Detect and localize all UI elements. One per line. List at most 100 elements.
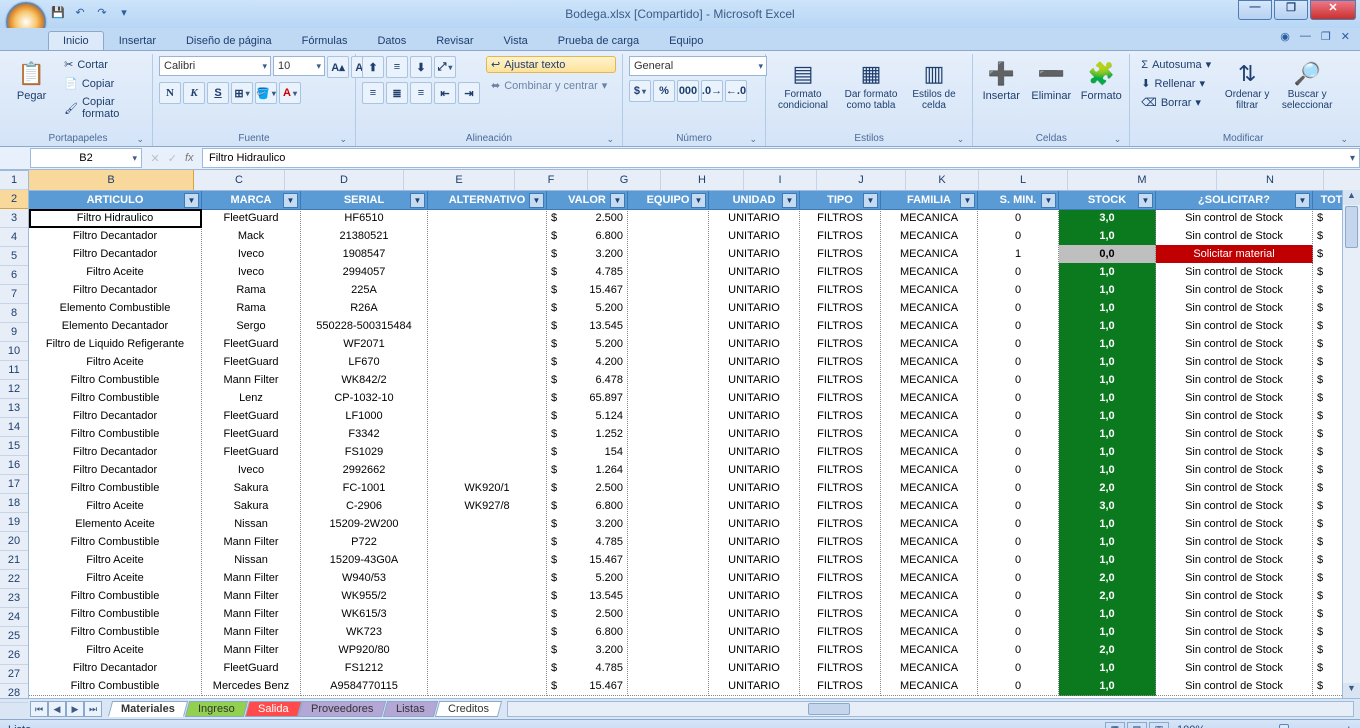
cell-alternativo[interactable] xyxy=(428,227,547,246)
table-header-equipo[interactable]: EQUIPO▼ xyxy=(628,191,709,210)
cell-valor[interactable]: $15.467 xyxy=(547,281,628,300)
cell-equipo[interactable] xyxy=(628,659,709,678)
autosum-button[interactable]: ΣAutosuma ▾ xyxy=(1136,56,1216,73)
cell-valor[interactable]: $5.124 xyxy=(547,407,628,426)
cell-familia[interactable]: MECANICA xyxy=(881,389,978,408)
cell-equipo[interactable] xyxy=(628,569,709,588)
table-header-unidad[interactable]: UNIDAD▼ xyxy=(709,191,800,210)
cell-alternativo[interactable] xyxy=(428,353,547,372)
maximize-button[interactable]: ❐ xyxy=(1274,0,1308,20)
cell-unidad[interactable]: UNITARIO xyxy=(709,479,800,498)
cell-equipo[interactable] xyxy=(628,551,709,570)
cell-stock[interactable]: 1,0 xyxy=(1059,353,1156,372)
cell-alternativo[interactable] xyxy=(428,461,547,480)
cell-smin[interactable]: 0 xyxy=(978,317,1059,336)
cell-serial[interactable]: HF6510 xyxy=(301,209,428,228)
cell-articulo[interactable]: Filtro Combustible xyxy=(29,587,202,606)
format-painter-button[interactable]: 🖌Copiar formato xyxy=(59,94,146,122)
cell-serial[interactable]: WK615/3 xyxy=(301,605,428,624)
cell-unidad[interactable]: UNITARIO xyxy=(709,227,800,246)
row-header-14[interactable]: 14 xyxy=(0,418,28,437)
row-header-22[interactable]: 22 xyxy=(0,570,28,589)
filter-button[interactable]: ▼ xyxy=(283,193,298,208)
cell-unidad[interactable]: UNITARIO xyxy=(709,245,800,264)
cell-alternativo[interactable] xyxy=(428,659,547,678)
cell-equipo[interactable] xyxy=(628,677,709,696)
orientation-button[interactable]: ⤢ xyxy=(434,56,456,78)
sort-filter-button[interactable]: ⇅Ordenar y filtrar xyxy=(1222,56,1272,111)
cell-articulo[interactable]: Filtro Combustible xyxy=(29,677,202,696)
prev-sheet-button[interactable]: ◀ xyxy=(48,701,66,717)
cell-serial[interactable]: FC-1001 xyxy=(301,479,428,498)
sheet-tab-creditos[interactable]: Creditos xyxy=(435,701,502,717)
cell-tipo[interactable]: FILTROS xyxy=(800,497,881,516)
border-button[interactable]: ⊞ xyxy=(231,82,253,104)
cell-familia[interactable]: MECANICA xyxy=(881,605,978,624)
cell-valor[interactable]: $5.200 xyxy=(547,335,628,354)
cell-equipo[interactable] xyxy=(628,299,709,318)
cell-alternativo[interactable] xyxy=(428,245,547,264)
cell-equipo[interactable] xyxy=(628,587,709,606)
cell-alternativo[interactable] xyxy=(428,587,547,606)
ribbon-tab-equipo[interactable]: Equipo xyxy=(654,31,718,50)
undo-icon[interactable]: ↶ xyxy=(72,4,88,20)
table-header-serial[interactable]: SERIAL▼ xyxy=(301,191,428,210)
column-header-L[interactable]: L xyxy=(979,170,1068,190)
cell-alternativo[interactable] xyxy=(428,407,547,426)
cell-alternativo[interactable] xyxy=(428,371,547,390)
cell-serial[interactable]: 550228-500315484 xyxy=(301,317,428,336)
row-header-2[interactable]: 2 xyxy=(0,190,28,209)
cell-familia[interactable]: MECANICA xyxy=(881,317,978,336)
cell-stock[interactable]: 3,0 xyxy=(1059,497,1156,516)
cell-familia[interactable]: MECANICA xyxy=(881,263,978,282)
cell-solicitar[interactable]: Sin control de Stock xyxy=(1156,209,1313,228)
row-header-18[interactable]: 18 xyxy=(0,494,28,513)
cell-serial[interactable]: C-2906 xyxy=(301,497,428,516)
cell-alternativo[interactable] xyxy=(428,533,547,552)
cell-smin[interactable]: 0 xyxy=(978,407,1059,426)
cell-articulo[interactable]: Filtro Decantador xyxy=(29,227,202,246)
cell-solicitar[interactable]: Sin control de Stock xyxy=(1156,425,1313,444)
cell-solicitar[interactable]: Sin control de Stock xyxy=(1156,227,1313,246)
cell-articulo[interactable]: Filtro Combustible xyxy=(29,605,202,624)
scroll-thumb[interactable] xyxy=(1345,206,1358,248)
cell-unidad[interactable]: UNITARIO xyxy=(709,263,800,282)
cell-stock[interactable]: 1,0 xyxy=(1059,407,1156,426)
cell-marca[interactable]: Mann Filter xyxy=(202,569,301,588)
cell-familia[interactable]: MECANICA xyxy=(881,533,978,552)
cell-marca[interactable]: FleetGuard xyxy=(202,353,301,372)
cell-equipo[interactable] xyxy=(628,479,709,498)
cell-smin[interactable]: 0 xyxy=(978,353,1059,372)
cell-smin[interactable]: 0 xyxy=(978,677,1059,696)
row-header-7[interactable]: 7 xyxy=(0,285,28,304)
cell-valor[interactable]: $15.467 xyxy=(547,677,628,696)
cell-marca[interactable]: Mann Filter xyxy=(202,641,301,660)
cell-solicitar[interactable]: Sin control de Stock xyxy=(1156,605,1313,624)
cell-alternativo[interactable]: WK927/8 xyxy=(428,497,547,516)
cell-unidad[interactable]: UNITARIO xyxy=(709,569,800,588)
align-right-button[interactable]: ≡ xyxy=(410,82,432,104)
ribbon-tab-diseño-de-página[interactable]: Diseño de página xyxy=(171,31,287,50)
fill-color-button[interactable]: 🪣 xyxy=(255,82,277,104)
horizontal-scrollbar[interactable] xyxy=(507,701,1354,717)
cell-valor[interactable]: $5.200 xyxy=(547,569,628,588)
cell-tipo[interactable]: FILTROS xyxy=(800,551,881,570)
cell-familia[interactable]: MECANICA xyxy=(881,245,978,264)
cell-marca[interactable]: Sakura xyxy=(202,497,301,516)
cell-solicitar[interactable]: Sin control de Stock xyxy=(1156,641,1313,660)
cell-equipo[interactable] xyxy=(628,389,709,408)
cell-marca[interactable]: Mann Filter xyxy=(202,587,301,606)
cell-marca[interactable]: FleetGuard xyxy=(202,407,301,426)
format-table-button[interactable]: ▦Dar formato como tabla xyxy=(840,56,902,111)
sheet-tab-ingreso[interactable]: Ingreso xyxy=(185,701,248,717)
cell-stock[interactable]: 1,0 xyxy=(1059,389,1156,408)
cell-solicitar[interactable]: Sin control de Stock xyxy=(1156,659,1313,678)
cell-stock[interactable]: 1,0 xyxy=(1059,371,1156,390)
cell-unidad[interactable]: UNITARIO xyxy=(709,209,800,228)
cell-articulo[interactable]: Filtro Hidraulico xyxy=(29,209,202,228)
cell-articulo[interactable]: Filtro Aceite xyxy=(29,353,202,372)
cell-tipo[interactable]: FILTROS xyxy=(800,515,881,534)
cell-alternativo[interactable] xyxy=(428,299,547,318)
align-center-button[interactable]: ≣ xyxy=(386,82,408,104)
cell-familia[interactable]: MECANICA xyxy=(881,587,978,606)
